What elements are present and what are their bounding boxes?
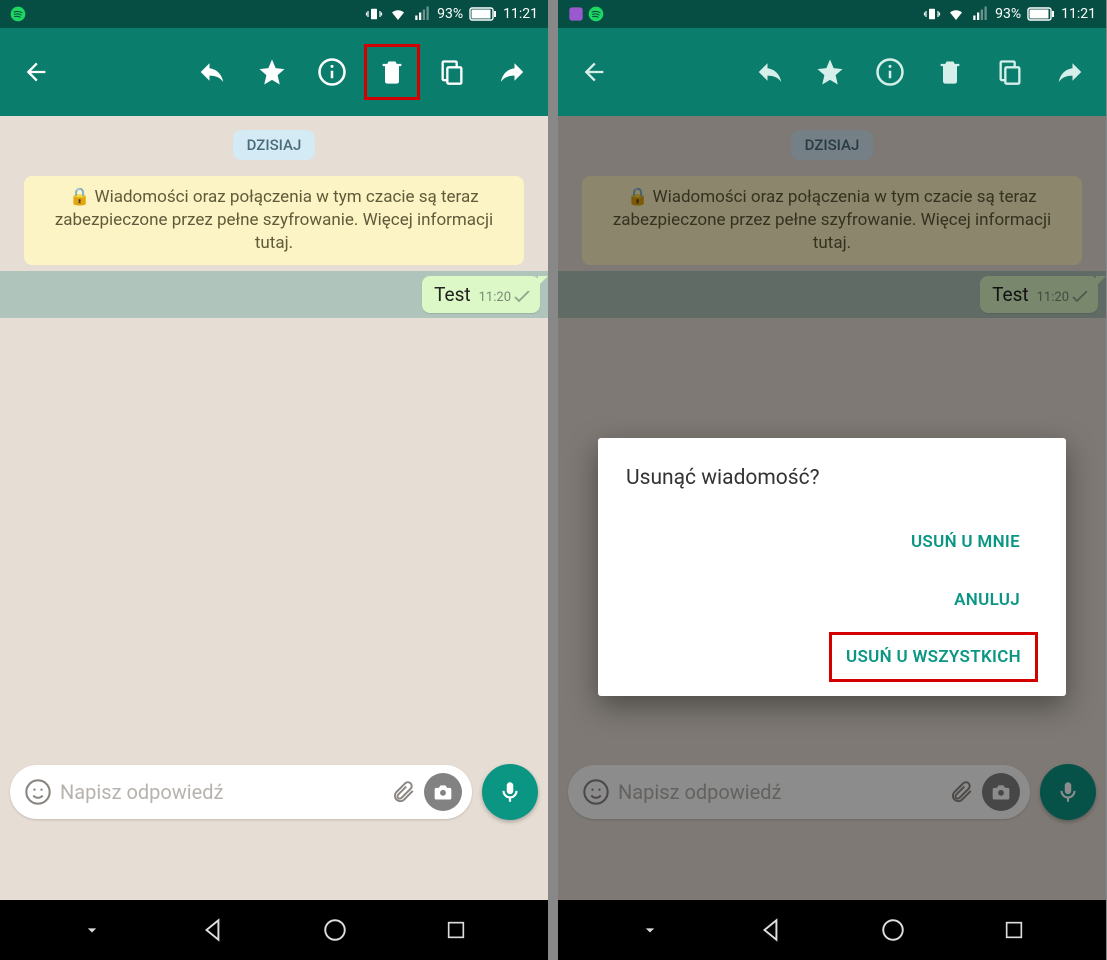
encryption-text: Wiadomości oraz połączenia w tym czacie … bbox=[55, 187, 493, 253]
delete-for-everyone-button[interactable]: USUŃ U WSZYSTKICH bbox=[829, 632, 1038, 682]
nav-home[interactable] bbox=[305, 900, 365, 960]
nav-back[interactable] bbox=[183, 900, 243, 960]
back-button[interactable] bbox=[8, 44, 64, 100]
selection-toolbar bbox=[558, 28, 1106, 116]
signal-icon bbox=[413, 5, 431, 23]
wifi-icon bbox=[947, 5, 965, 23]
status-bar: 93% 11:21 bbox=[0, 0, 548, 28]
chat-area[interactable]: DZISIAJ 🔒Wiadomości oraz połączenia w ty… bbox=[0, 116, 548, 900]
nav-recent[interactable] bbox=[426, 900, 486, 960]
vibrate-icon bbox=[923, 5, 941, 23]
camera-icon[interactable] bbox=[424, 773, 462, 811]
info-button[interactable] bbox=[862, 44, 918, 100]
reply-button[interactable] bbox=[742, 44, 798, 100]
notification-icon bbox=[568, 6, 584, 22]
emoji-icon[interactable] bbox=[24, 778, 52, 806]
delete-button[interactable] bbox=[364, 44, 420, 100]
battery-pct: 93% bbox=[437, 6, 463, 22]
selected-message-row[interactable]: Test 11:20 bbox=[0, 271, 548, 318]
attach-icon[interactable] bbox=[390, 779, 416, 805]
wifi-icon bbox=[389, 5, 407, 23]
dialog-title: Usunąć wiadomość? bbox=[626, 466, 1038, 490]
message-input[interactable]: Napisz odpowiedź bbox=[10, 765, 472, 819]
status-bar: 93% 11:21 bbox=[558, 0, 1106, 28]
lock-icon: 🔒 bbox=[69, 187, 90, 207]
signal-icon bbox=[971, 5, 989, 23]
spotify-icon bbox=[10, 6, 26, 22]
nav-back[interactable] bbox=[741, 900, 801, 960]
encryption-notice[interactable]: 🔒Wiadomości oraz połączenia w tym czacie… bbox=[24, 176, 524, 265]
date-separator: DZISIAJ bbox=[233, 130, 316, 160]
nav-recent[interactable] bbox=[984, 900, 1044, 960]
battery-icon bbox=[1027, 7, 1055, 21]
outgoing-message-bubble[interactable]: Test 11:20 bbox=[422, 276, 540, 313]
phone-screenshot-left: 93% 11:21 DZISIAJ 🔒Wiadomości oraz połąc… bbox=[0, 0, 548, 960]
message-text: Test bbox=[434, 283, 471, 306]
clock: 11:21 bbox=[503, 6, 538, 22]
nav-home[interactable] bbox=[863, 900, 923, 960]
nav-collapse[interactable] bbox=[620, 900, 680, 960]
android-nav-bar bbox=[558, 900, 1106, 960]
battery-pct: 93% bbox=[995, 6, 1021, 22]
star-button[interactable] bbox=[244, 44, 300, 100]
battery-icon bbox=[469, 7, 497, 21]
copy-button[interactable] bbox=[982, 44, 1038, 100]
reply-button[interactable] bbox=[184, 44, 240, 100]
spotify-icon bbox=[588, 6, 604, 22]
selection-toolbar bbox=[0, 28, 548, 116]
back-button[interactable] bbox=[566, 44, 622, 100]
voice-message-button[interactable] bbox=[482, 764, 538, 820]
star-button[interactable] bbox=[802, 44, 858, 100]
message-time: 11:20 bbox=[479, 290, 511, 305]
delete-for-me-button[interactable]: USUŃ U MNIE bbox=[893, 516, 1038, 568]
clock: 11:21 bbox=[1061, 6, 1096, 22]
forward-button[interactable] bbox=[484, 44, 540, 100]
sent-check-icon bbox=[514, 291, 530, 303]
delete-message-dialog: Usunąć wiadomość? USUŃ U MNIE ANULUJ USU… bbox=[598, 438, 1066, 696]
copy-button[interactable] bbox=[424, 44, 480, 100]
chat-area: DZISIAJ 🔒Wiadomości oraz połączenia w ty… bbox=[558, 116, 1106, 900]
phone-screenshot-right: 93% 11:21 DZISIAJ 🔒Wiadomości oraz połąc… bbox=[558, 0, 1106, 960]
vibrate-icon bbox=[365, 5, 383, 23]
android-nav-bar bbox=[0, 900, 548, 960]
message-input-bar: Napisz odpowiedź bbox=[0, 756, 548, 828]
nav-collapse[interactable] bbox=[62, 900, 122, 960]
input-placeholder: Napisz odpowiedź bbox=[60, 780, 382, 804]
info-button[interactable] bbox=[304, 44, 360, 100]
cancel-button[interactable]: ANULUJ bbox=[936, 574, 1038, 626]
delete-button[interactable] bbox=[922, 44, 978, 100]
forward-button[interactable] bbox=[1042, 44, 1098, 100]
